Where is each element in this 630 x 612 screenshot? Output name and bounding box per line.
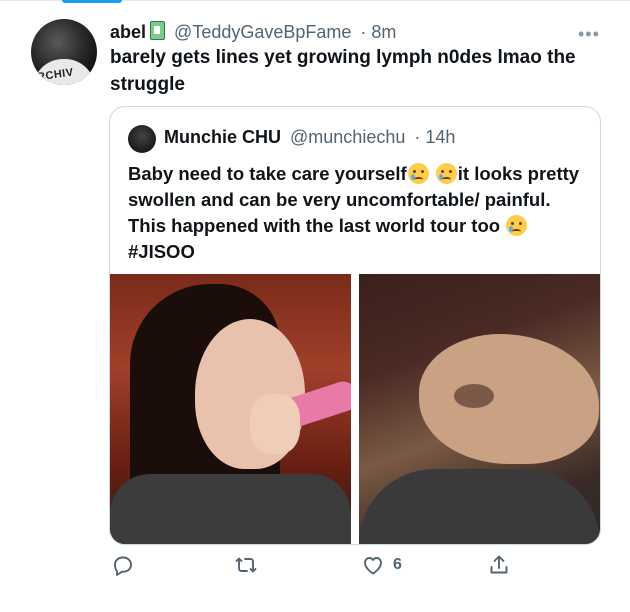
crying-face-emoji-icon [407,163,429,184]
reply-button[interactable] [111,553,135,577]
photo-hand-shape [250,394,300,454]
heart-icon [364,557,382,575]
quoted-text-part-1: Baby need to take care yourself [128,163,407,184]
tweet-text: barely gets lines yet growing lymph n0de… [110,47,576,95]
quoted-author-name[interactable]: Munchie CHU [164,127,281,147]
reply-icon [114,556,132,576]
photo-neck-shape [419,334,599,464]
author-avatar[interactable]: RCHIV [31,19,97,85]
retweet-icon [235,557,257,573]
tweet-header: abel @TeddyGaveBpFame · 8m [110,21,396,43]
photo-swelling-shape [454,384,494,408]
juice-box-emoji-icon [150,21,166,40]
quoted-tweet-timestamp[interactable]: · 14h [414,127,455,147]
retweet-button[interactable] [234,553,258,577]
neck-closeup-photo[interactable] [359,274,600,544]
tweet-timestamp[interactable]: · 8m [360,22,396,42]
more-options-icon[interactable]: ••• [578,24,600,45]
like-button[interactable]: 6 [361,553,402,577]
quoted-tweet-header: Munchie CHU @munchiechu · 14h [164,127,455,148]
quoted-author-handle[interactable]: @munchiechu [290,127,405,147]
photo-collar-shape [359,469,600,544]
quoted-tweet-text: Baby need to take care yourself it looks… [128,161,588,265]
active-tab-indicator [62,0,122,3]
quoted-author-avatar[interactable] [128,125,156,153]
share-icon [490,555,508,574]
loudly-crying-face-emoji-icon [506,215,528,236]
quoted-tweet-card[interactable]: Munchie CHU @munchiechu · 14h Baby need … [109,106,601,545]
tweet-action-bar: 6 [0,553,630,583]
author-name[interactable]: abel [110,22,146,42]
author-handle[interactable]: @TeddyGaveBpFame [174,22,351,42]
share-button[interactable] [487,553,511,577]
like-count: 6 [393,556,402,573]
concert-photo[interactable] [110,274,351,544]
sad-relieved-face-emoji-icon [435,163,457,184]
photo-sleeve-shape [110,474,351,544]
hashtag-link[interactable]: #JISOO [128,241,195,262]
